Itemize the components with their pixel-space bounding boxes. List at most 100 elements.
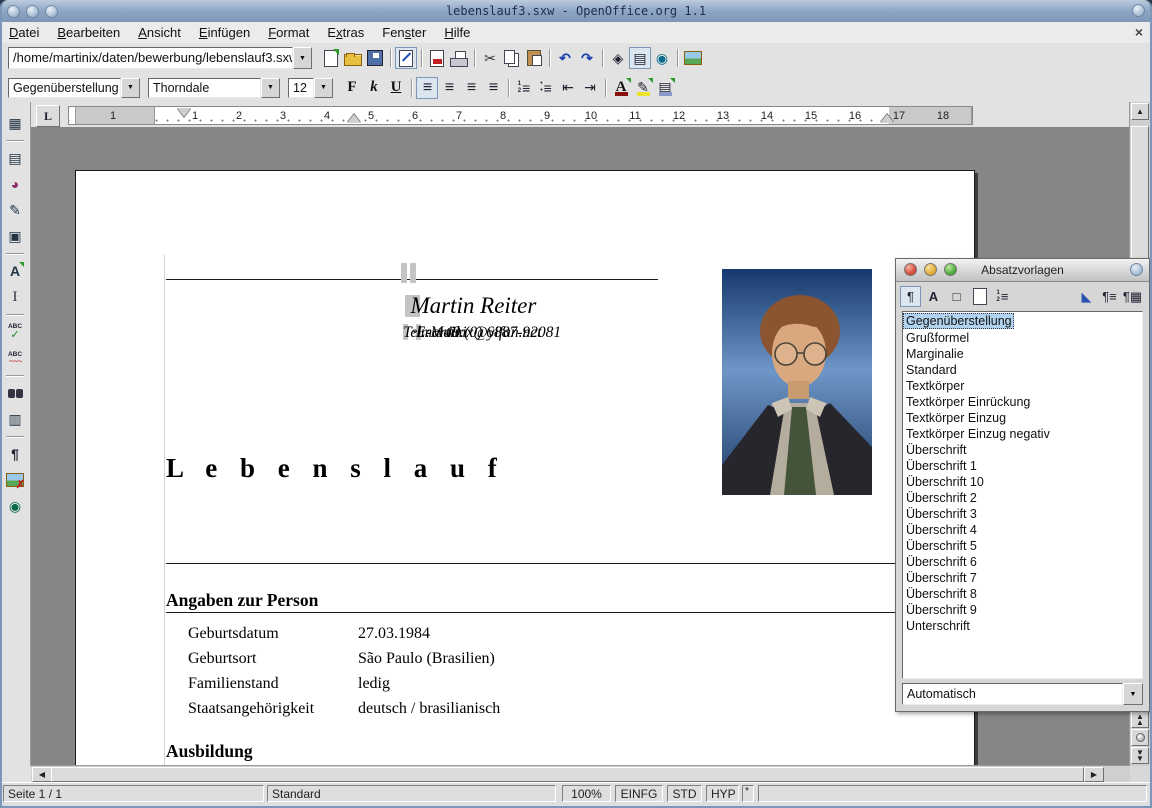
hyperlink-dialog-button[interactable]: ◉: [651, 47, 673, 69]
nonprinting-characters-button[interactable]: ¶: [4, 443, 26, 465]
status-hyperlink-mode[interactable]: HYP: [706, 785, 739, 802]
paragraph-styles-button[interactable]: ¶: [900, 286, 921, 307]
style-list-item[interactable]: Unterschrift: [903, 618, 1142, 634]
auto-spellcheck-button[interactable]: ABC: [4, 347, 26, 369]
url-dropdown-button[interactable]: ▼: [293, 47, 312, 69]
style-filter-value[interactable]: Automatisch: [902, 683, 1123, 705]
style-list-item[interactable]: Überschrift 8: [903, 586, 1142, 602]
graphics-onoff-button[interactable]: [4, 469, 26, 491]
close-document-icon[interactable]: ×: [1135, 24, 1143, 40]
style-list-item[interactable]: Standard: [903, 362, 1142, 378]
status-zoom[interactable]: 100%: [562, 785, 611, 802]
italic-button[interactable]: k: [363, 77, 385, 99]
tab-type-selector-button[interactable]: L: [36, 105, 60, 127]
horizontal-ruler[interactable]: 1 123456789101112131415161718: [68, 106, 973, 125]
document-page[interactable]: Martin Reiter Tel.: +49 (0) 6887-92081 ·…: [75, 170, 975, 766]
menu-hilfe[interactable]: Hilfe: [435, 23, 479, 42]
increase-indent-button[interactable]: ⇥: [579, 77, 601, 99]
fill-format-mode-button[interactable]: ◣: [1076, 286, 1097, 307]
style-list-item[interactable]: Textkörper Einzug: [903, 410, 1142, 426]
paste-button[interactable]: [523, 47, 545, 69]
gallery-button[interactable]: [682, 47, 704, 69]
style-list-item[interactable]: Textkörper Einzug negativ: [903, 426, 1142, 442]
character-styles-button[interactable]: A: [923, 286, 944, 307]
stylist-shade-button[interactable]: [1130, 263, 1143, 276]
previous-page-button[interactable]: ▲▲: [1131, 711, 1149, 728]
scroll-right-button[interactable]: ▶: [1084, 767, 1104, 782]
menu-fenster[interactable]: Fenster: [373, 23, 435, 42]
status-page[interactable]: Seite 1 / 1: [3, 785, 264, 802]
style-list-item[interactable]: Überschrift 10: [903, 474, 1142, 490]
right-indent-marker[interactable]: [880, 114, 894, 123]
style-list-item[interactable]: Textkörper: [903, 378, 1142, 394]
align-right-button[interactable]: ≡: [460, 77, 482, 99]
save-document-button[interactable]: [364, 47, 386, 69]
font-name-dropdown-button[interactable]: ▼: [261, 78, 280, 98]
left-indent-marker[interactable]: [347, 114, 361, 123]
font-name-input[interactable]: Thorndale: [148, 78, 261, 98]
underline-button[interactable]: U: [385, 77, 407, 99]
insert-object-button[interactable]: ◕: [4, 173, 26, 195]
font-color-button[interactable]: A: [610, 77, 632, 99]
spellcheck-button[interactable]: ABC: [4, 321, 26, 343]
style-list-item[interactable]: Überschrift 7: [903, 570, 1142, 586]
style-filter-dropdown-button[interactable]: ▼: [1123, 683, 1143, 705]
export-pdf-button[interactable]: [426, 47, 448, 69]
menu-ansicht[interactable]: Ansicht: [129, 23, 190, 42]
style-list-item[interactable]: Überschrift 3: [903, 506, 1142, 522]
next-page-button[interactable]: ▼▼: [1131, 747, 1149, 764]
paragraph-style-input[interactable]: Gegenüberstellung: [8, 78, 121, 98]
align-center-button[interactable]: ≡: [438, 77, 460, 99]
status-page-style[interactable]: Standard: [267, 785, 556, 802]
bullet-list-button[interactable]: ≡: [535, 77, 557, 99]
stylist-title-bar[interactable]: Absatzvorlagen: [896, 259, 1149, 282]
style-list-item[interactable]: Überschrift 2: [903, 490, 1142, 506]
style-list-item[interactable]: Überschrift 6: [903, 554, 1142, 570]
copy-button[interactable]: [501, 47, 523, 69]
redo-button[interactable]: ↷: [576, 47, 598, 69]
cut-button[interactable]: ✂: [479, 47, 501, 69]
insert-table-button[interactable]: ▦: [4, 112, 26, 134]
url-input[interactable]: /home/martinix/daten/bewerbung/lebenslau…: [8, 47, 293, 69]
new-document-button[interactable]: [320, 47, 342, 69]
highlighting-button[interactable]: ✎: [632, 77, 654, 99]
update-style-button[interactable]: ¶▦: [1122, 286, 1143, 307]
style-list-item[interactable]: Überschrift 5: [903, 538, 1142, 554]
direct-cursor-button[interactable]: I: [4, 286, 26, 308]
data-sources-button[interactable]: ▥: [4, 408, 26, 430]
menu-format[interactable]: Format: [259, 23, 318, 42]
vertical-scroll-thumb[interactable]: [1131, 126, 1149, 260]
style-list-item[interactable]: Gegenüberstellung: [903, 313, 1014, 329]
print-button[interactable]: [448, 47, 470, 69]
status-insert-mode[interactable]: EINFG: [615, 785, 663, 802]
insert-frame-button[interactable]: ▣: [4, 225, 26, 247]
style-list-item[interactable]: Marginalie: [903, 346, 1142, 362]
style-list-item[interactable]: Textkörper Einrückung: [903, 394, 1142, 410]
autotext-button[interactable]: A: [4, 260, 26, 282]
style-list-item[interactable]: Grußformel: [903, 330, 1142, 346]
frame-styles-button[interactable]: □: [946, 286, 967, 307]
window-close-button[interactable]: [1132, 4, 1145, 17]
scroll-up-button[interactable]: ▲: [1131, 103, 1149, 120]
find-replace-button[interactable]: [4, 382, 26, 404]
menu-bearbeiten[interactable]: Bearbeiten: [48, 23, 129, 42]
menu-extras[interactable]: Extras: [318, 23, 373, 42]
new-style-from-selection-button[interactable]: ¶≡: [1099, 286, 1120, 307]
page-styles-button[interactable]: [969, 286, 990, 307]
style-list-item[interactable]: Überschrift: [903, 442, 1142, 458]
align-left-button[interactable]: ≡: [416, 77, 438, 99]
align-justify-button[interactable]: ≡: [482, 77, 504, 99]
menu-datei[interactable]: Datei: [0, 23, 48, 42]
style-list-item[interactable]: Überschrift 9: [903, 602, 1142, 618]
edit-file-button[interactable]: [395, 47, 417, 69]
first-line-indent-marker[interactable]: [177, 108, 191, 117]
navigation-button[interactable]: [1131, 729, 1149, 746]
horizontal-scrollbar[interactable]: ◀ ▶: [31, 765, 1130, 783]
online-layout-button[interactable]: ◉: [4, 495, 26, 517]
open-file-button[interactable]: [342, 47, 364, 69]
decrease-indent-button[interactable]: ⇤: [557, 77, 579, 99]
bold-button[interactable]: F: [341, 77, 363, 99]
scroll-left-button[interactable]: ◀: [32, 767, 52, 782]
numbering-styles-button[interactable]: ≡: [992, 286, 1013, 307]
status-selection-mode[interactable]: STD: [667, 785, 702, 802]
